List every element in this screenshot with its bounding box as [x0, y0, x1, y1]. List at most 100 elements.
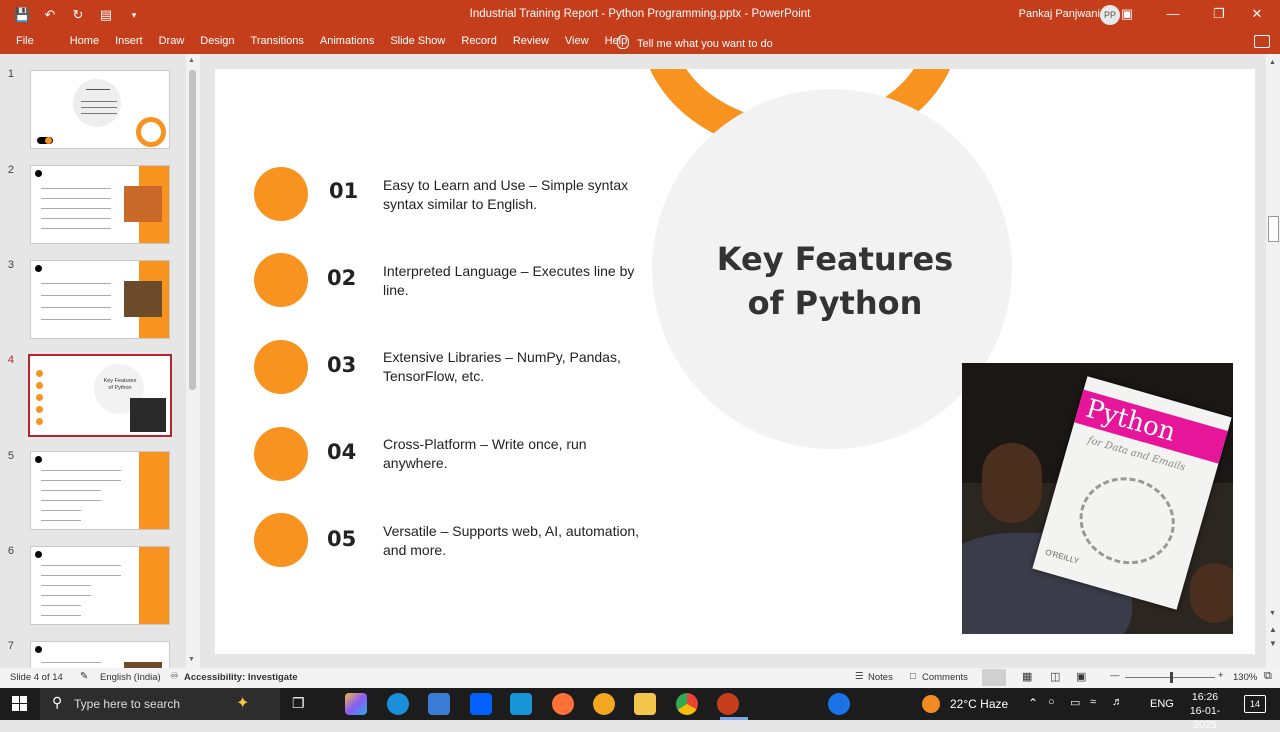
clock[interactable]: 16:26 16-01-2025 [1180, 690, 1230, 732]
thumb-number: 4 [7, 354, 14, 366]
ribbon-display-icon[interactable]: ▣ [1104, 5, 1150, 25]
next-slide-icon[interactable]: ▼ [1269, 639, 1277, 648]
comments-icon[interactable] [1254, 35, 1270, 48]
scroll-down-icon[interactable]: ▼ [188, 656, 195, 663]
feature-text[interactable]: Extensive Libraries – NumPy, Pandas, Ten… [383, 348, 648, 386]
thumb-image [124, 186, 162, 222]
accessibility-status[interactable]: Accessibility: Investigate [184, 672, 298, 683]
thumb-dot [36, 382, 43, 389]
user-name[interactable]: Pankaj Panjwani [1019, 8, 1100, 20]
chrome-icon[interactable] [676, 693, 698, 715]
thumb-dot [36, 418, 43, 425]
file-explorer-icon[interactable] [634, 693, 656, 715]
tell-me-search[interactable]: Tell me what you want to do [617, 35, 773, 50]
scroll-thumb[interactable] [189, 70, 196, 390]
slide-thumbnail-2[interactable] [30, 165, 170, 244]
tab-file[interactable]: File [8, 35, 42, 47]
spellcheck-icon[interactable]: ✎ [80, 671, 88, 682]
edge-icon[interactable] [387, 693, 409, 715]
browser-icon[interactable] [593, 693, 615, 715]
thumb-number: 2 [7, 164, 14, 176]
tab-animations[interactable]: Animations [312, 35, 382, 47]
prev-slide-icon[interactable]: ▲ [1269, 625, 1277, 634]
tab-home[interactable]: Home [62, 35, 107, 47]
slide-thumbnail-5[interactable] [30, 451, 170, 530]
scroll-up-icon[interactable]: ▲ [188, 57, 195, 64]
zoom-out-icon[interactable]: — [1110, 670, 1120, 681]
accessibility-icon[interactable]: ♾ [170, 671, 179, 682]
weather-icon[interactable] [922, 695, 940, 713]
tab-view[interactable]: View [557, 35, 597, 47]
search-highlight-icon: ✦ [236, 695, 250, 712]
comments-button[interactable]: Comments [922, 672, 968, 683]
notes-button[interactable]: Notes [868, 672, 893, 683]
python-book-photo[interactable]: Python for Data and Emails O'REILLY [962, 363, 1233, 634]
slide-canvas[interactable]: Key Features of Python 01 Easy to Learn … [215, 69, 1255, 654]
tab-draw[interactable]: Draw [151, 35, 193, 47]
language-indicator[interactable]: ENG [1150, 698, 1174, 710]
thumb-dot [45, 137, 52, 144]
slide-thumbnail-3[interactable] [30, 260, 170, 339]
firefox-icon[interactable] [552, 693, 574, 715]
windows-start-icon[interactable] [12, 696, 28, 712]
reading-view-icon[interactable]: ◫ [1050, 670, 1060, 683]
thumb-number: 3 [7, 259, 14, 271]
copilot-icon[interactable] [345, 693, 367, 715]
powerpoint-icon[interactable] [717, 693, 739, 715]
volume-icon[interactable]: ♬ [1112, 696, 1123, 708]
feature-text[interactable]: Versatile – Supports web, AI, automation… [383, 522, 648, 560]
minimize-icon[interactable]: — [1150, 5, 1196, 25]
battery-icon[interactable]: ▭ [1070, 696, 1080, 709]
slideshow-view-icon[interactable]: ▣ [1076, 670, 1086, 683]
tab-record[interactable]: Record [453, 35, 504, 47]
weather-status[interactable]: 22°C Haze [950, 697, 1008, 711]
slide-thumbnail-6[interactable] [30, 546, 170, 625]
feature-text[interactable]: Interpreted Language – Executes line by … [383, 262, 648, 300]
tab-review[interactable]: Review [505, 35, 557, 47]
thumb-bar [139, 452, 169, 529]
slide-thumbnail-7[interactable] [30, 641, 170, 668]
feature-text[interactable]: Easy to Learn and Use – Simple syntax sy… [383, 176, 648, 214]
zoom-in-icon[interactable]: + [1218, 670, 1224, 681]
zoom-level[interactable]: 130% [1233, 672, 1257, 683]
tab-design[interactable]: Design [192, 35, 242, 47]
comments-status-icon[interactable]: □ [910, 671, 916, 682]
zoom-slider-thumb[interactable] [1170, 672, 1173, 683]
scroll-thumb[interactable] [1268, 216, 1279, 242]
slide-sorter-icon[interactable]: ▦ [1022, 670, 1032, 683]
notes-icon[interactable]: ☰ [855, 671, 864, 682]
task-view-icon[interactable]: ❐ [292, 695, 305, 712]
scroll-up-icon[interactable]: ▲ [1269, 59, 1276, 66]
fit-slide-icon[interactable]: ⧉ [1264, 670, 1272, 683]
close-icon[interactable]: ✕ [1234, 5, 1280, 25]
network-icon[interactable]: ○ [1048, 696, 1055, 708]
language-status[interactable]: English (India) [100, 672, 161, 683]
store-icon[interactable] [428, 693, 450, 715]
thumb-circle [73, 79, 121, 127]
wifi-icon[interactable]: ≈ [1090, 696, 1096, 708]
slide-thumbnail-4[interactable]: Key Features of Python [28, 354, 172, 437]
slide-thumbnail-1[interactable] [30, 70, 170, 149]
search-placeholder: Type here to search [74, 697, 181, 711]
scroll-down-icon[interactable]: ▼ [1269, 610, 1276, 617]
dropbox-icon[interactable] [470, 693, 492, 715]
thumbnail-scrollbar[interactable]: ▲ ▼ [186, 54, 200, 668]
show-hidden-icons[interactable]: ⌃ [1028, 696, 1038, 710]
notification-icon[interactable]: 14 [1244, 695, 1266, 713]
help-icon[interactable] [828, 693, 850, 715]
tab-slide-show[interactable]: Slide Show [382, 35, 453, 47]
tab-transitions[interactable]: Transitions [243, 35, 312, 47]
feature-text[interactable]: Cross-Platform – Write once, run anywher… [383, 435, 648, 473]
normal-view-icon[interactable] [982, 669, 1006, 686]
ribbon-tabs: File Home Insert Draw Design Transitions… [0, 30, 1280, 54]
slide-title-line1: Key Features [716, 240, 954, 278]
taskbar-search[interactable]: ⚲ Type here to search ✦ [40, 688, 280, 720]
thumb-dot [35, 170, 42, 177]
thumb-number: 7 [7, 640, 14, 652]
tab-insert[interactable]: Insert [107, 35, 151, 47]
thumb-bar [139, 547, 169, 624]
mysql-icon[interactable] [510, 693, 532, 715]
slide-scrollbar[interactable]: ▲ ▼ ▲ ▼ [1266, 54, 1280, 668]
slide-title[interactable]: Key Features of Python [675, 237, 995, 325]
title-bar: 💾 ↶ ↻ ▤ ▾ Industrial Training Report - P… [0, 0, 1280, 30]
